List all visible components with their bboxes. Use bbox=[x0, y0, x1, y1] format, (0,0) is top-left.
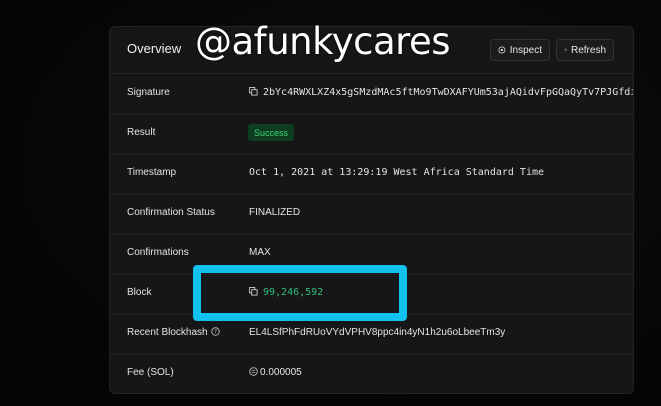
overview-card: Overview Inspect Refresh Signature 2bYc4… bbox=[109, 26, 634, 394]
refresh-label: Refresh bbox=[570, 44, 606, 56]
watermark-text: @afunkycares bbox=[195, 20, 451, 63]
fee-value: 0.000005 bbox=[249, 367, 302, 378]
inspect-label: Inspect bbox=[509, 44, 542, 56]
row-result: Result Success bbox=[110, 114, 633, 155]
recent-blockhash-label: Recent Blockhash ? bbox=[127, 327, 220, 338]
refresh-icon bbox=[564, 48, 567, 52]
status-badge: Success bbox=[248, 124, 295, 141]
fee-text: 0.000005 bbox=[260, 367, 302, 378]
recent-blockhash-label-text: Recent Blockhash bbox=[127, 327, 208, 338]
copy-icon[interactable] bbox=[249, 87, 258, 96]
svg-text:?: ? bbox=[214, 330, 217, 336]
sol-icon bbox=[249, 367, 258, 376]
block-label: Block bbox=[127, 287, 152, 298]
result-label: Result bbox=[127, 127, 156, 138]
card-title: Overview bbox=[127, 41, 182, 56]
inspect-icon bbox=[498, 46, 506, 54]
inspect-button[interactable]: Inspect bbox=[490, 39, 550, 61]
timestamp-value: Oct 1, 2021 at 13:29:19 West Africa Stan… bbox=[249, 167, 545, 178]
refresh-button[interactable]: Refresh bbox=[556, 39, 614, 61]
row-confirmation-status: Confirmation Status FINALIZED bbox=[110, 194, 633, 235]
block-highlight-box bbox=[193, 265, 407, 321]
row-signature: Signature 2bYc4RWXLXZ4x5gSMzdMAc5ftMo9Tw… bbox=[110, 74, 633, 115]
confirmation-status-label: Confirmation Status bbox=[127, 207, 215, 218]
signature-label: Signature bbox=[127, 87, 170, 98]
confirmations-value: MAX bbox=[249, 247, 271, 258]
row-timestamp: Timestamp Oct 1, 2021 at 13:29:19 West A… bbox=[110, 154, 633, 195]
confirmation-status-value: FINALIZED bbox=[249, 207, 301, 218]
help-icon[interactable]: ? bbox=[210, 327, 220, 336]
signature-value: 2bYc4RWXLXZ4x5gSMzdMAc5ftMo9TwDXAFYUm53a… bbox=[249, 87, 634, 98]
fee-label: Fee (SOL) bbox=[127, 367, 174, 378]
timestamp-label: Timestamp bbox=[127, 167, 177, 178]
row-fee: Fee (SOL) 0.000005 bbox=[110, 354, 633, 393]
confirmations-label: Confirmations bbox=[127, 247, 189, 258]
recent-blockhash-value: EL4LSfPhFdRUoVYdVPHV8ppc4in4yN1h2u6oLbee… bbox=[249, 327, 506, 338]
signature-text: 2bYc4RWXLXZ4x5gSMzdMAc5ftMo9TwDXAFYUm53a… bbox=[263, 87, 634, 98]
